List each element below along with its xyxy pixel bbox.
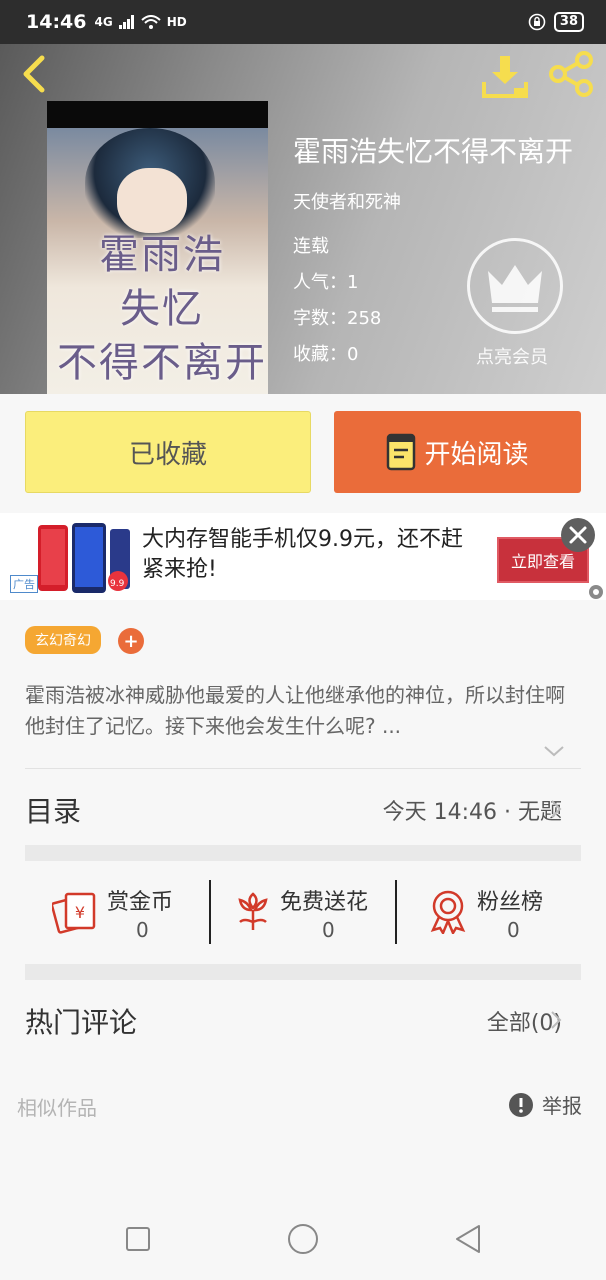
share-icon[interactable] [548, 50, 596, 98]
reward-coin-value: 0 [136, 918, 149, 942]
collected-button[interactable]: 已收藏 [25, 411, 311, 493]
wifi-icon [141, 15, 161, 29]
crown-icon [488, 265, 542, 312]
genre-tag[interactable]: 玄幻奇幻 [25, 626, 101, 654]
close-icon[interactable] [560, 517, 596, 553]
stat-separator [395, 880, 397, 944]
ad-banner[interactable]: 9.9 广告 大内存智能手机仅9.9元，还不赶紧来抢! 立即查看 [0, 513, 606, 600]
genre-tag-label: 玄幻奇幻 [35, 633, 91, 649]
section-divider [25, 845, 581, 861]
chevron-down-icon[interactable] [543, 743, 565, 759]
lock-rotation-icon [528, 13, 546, 31]
book-status: 连载 [293, 236, 329, 257]
stat-separator [209, 880, 211, 944]
book-title: 霍雨浩失忆不得不离开 [293, 135, 574, 168]
add-tag-button[interactable]: + [118, 628, 144, 654]
book-description[interactable]: 霍雨浩被冰神威胁他最爱的人让他继承他的神位，所以封住啊他封住了记忆。接下来他会发… [25, 680, 581, 742]
exclamation-icon [509, 1092, 533, 1117]
similar-works-label: 相似作品 [17, 1096, 97, 1120]
status-network: 4G HD [94, 15, 187, 29]
catalog-title[interactable]: 目录 [25, 790, 81, 830]
book-cover[interactable]: 霍雨浩 失忆 不得不离开 [47, 101, 268, 394]
reward-coin-stat[interactable]: ¥ 赏金币 0 [52, 878, 202, 948]
battery-indicator: 38 [553, 12, 584, 32]
start-reading-label: 开始阅读 [424, 439, 529, 470]
book-header: 霍雨浩 失忆 不得不离开 霍雨浩失忆不得不离开 天使者和死神 连载 人气：1 字… [0, 44, 606, 394]
book-favorites: 收藏：0 [293, 344, 359, 365]
fan-ranking-stat[interactable]: 粉丝榜 0 [427, 878, 567, 948]
start-reading-button[interactable]: 开始阅读 [334, 411, 581, 493]
book-popularity: 人气：1 [293, 272, 359, 293]
status-time: 14:46 [26, 11, 87, 33]
report-label: 举报 [542, 1094, 582, 1118]
free-flower-label: 免费送花 [280, 890, 369, 915]
chevron-right-icon[interactable] [549, 1009, 563, 1031]
badge-ribbon-icon [430, 890, 466, 934]
svg-text:¥: ¥ [75, 903, 85, 922]
download-icon[interactable] [480, 52, 530, 100]
section-divider [25, 964, 581, 980]
home-icon[interactable] [286, 1222, 320, 1256]
ad-price-badge: 9.9 [110, 579, 125, 589]
free-flower-stat[interactable]: 免费送花 0 [230, 878, 390, 948]
reward-coin-label: 赏金币 [107, 890, 174, 915]
recent-apps-icon[interactable] [121, 1222, 155, 1256]
ad-text[interactable]: 大内存智能手机仅9.9元，还不赶紧来抢! [142, 525, 482, 585]
free-flower-value: 0 [322, 918, 335, 942]
catalog-latest-chapter[interactable]: 今天 14:46 · 无题 [383, 794, 562, 826]
status-bar: 14:46 4G HD 38 [0, 0, 606, 44]
ad-info-icon[interactable] [588, 584, 604, 600]
cover-character-face [117, 168, 187, 233]
cover-title-art: 霍雨浩 失忆 不得不离开 [57, 232, 267, 386]
book-word-count: 字数：258 [293, 308, 382, 329]
hot-comments-title: 热门评论 [25, 1006, 138, 1039]
back-arrow-icon[interactable] [14, 52, 54, 96]
plus-icon: + [123, 630, 139, 652]
back-triangle-icon[interactable] [451, 1222, 485, 1256]
cover-illustration: 霍雨浩 失忆 不得不离开 [47, 128, 268, 394]
collected-label: 已收藏 [128, 439, 207, 470]
flower-icon [238, 892, 268, 930]
network-type-label: 4G [94, 15, 113, 29]
reward-coin-icon: ¥ [52, 892, 96, 934]
divider [25, 768, 581, 769]
vip-label[interactable]: 点亮会员 [476, 343, 548, 369]
fan-ranking-label: 粉丝榜 [477, 890, 544, 915]
signal-icon [118, 15, 134, 29]
book-author[interactable]: 天使者和死神 [293, 188, 401, 214]
hd-label: HD [166, 15, 187, 29]
ad-tag: 广告 [10, 575, 38, 593]
system-navigation-bar [0, 1200, 606, 1280]
book-read-icon [387, 433, 416, 471]
vip-badge-button[interactable] [467, 238, 563, 334]
chevron-right-icon[interactable] [549, 798, 563, 820]
fan-ranking-value: 0 [507, 918, 520, 942]
report-button[interactable]: 举报 [508, 1090, 582, 1119]
